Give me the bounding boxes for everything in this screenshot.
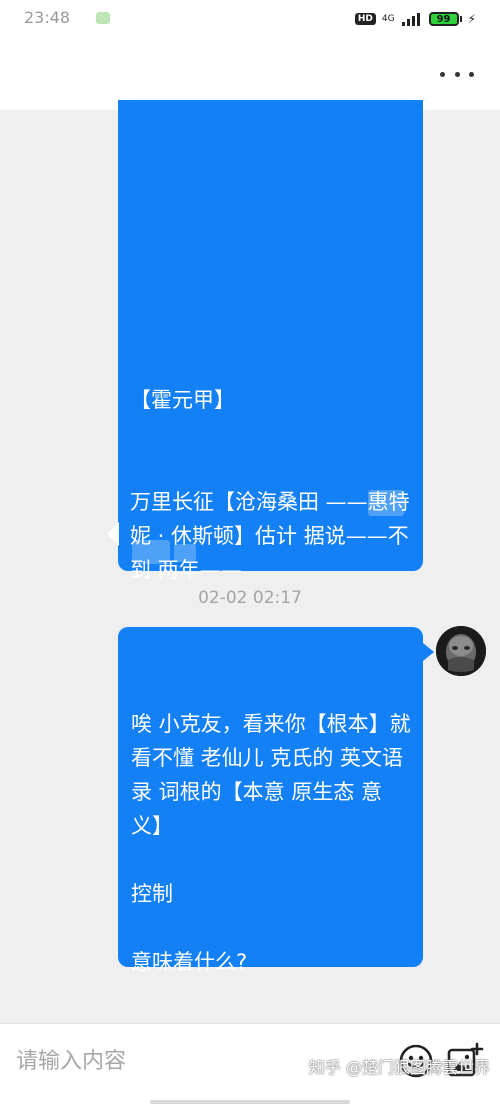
watermark: 知乎 @楚门狠图腾雲世界 [308,1058,490,1077]
signal-icon [401,13,420,26]
message-text: 唉 小克友，看来你【根本】就看不懂 老仙儿 克氏的 英文语录 词根的【本意 原生… [131,712,411,974]
more-dot [440,71,445,77]
message-bubble-incoming[interactable]: 【霍元甲】 万里长征【沧海桑田 ——惠特妮 · 休斯顿】估计 据说——不到 两年… [118,100,423,582]
hd-badge: HD [354,13,376,25]
notification-icon [96,12,110,24]
home-indicator [150,1100,350,1104]
blurred-content [132,540,170,564]
battery-icon: 99 [428,12,462,26]
avatar-image [436,626,486,676]
status-bar: 23:48 HD 4G 99 ⚡ [0,0,500,38]
blurred-content [174,544,196,562]
status-indicators: HD 4G 99 ⚡ [354,10,476,28]
bubble-tail [107,522,119,546]
message-timestamp: 02-02 02:17 [198,588,302,608]
battery-level: 99 [428,12,459,26]
bubble-tail [423,643,434,661]
more-dot [454,71,460,77]
avatar[interactable] [436,626,486,676]
more-dot [469,71,474,77]
more-button[interactable] [440,62,474,86]
network-label: 4G [381,13,395,24]
message-bubble-outgoing[interactable]: 唉 小克友，看来你【根本】就看不懂 老仙儿 克氏的 英文语录 词根的【本意 原生… [118,627,423,974]
status-time: 23:48 [24,8,71,27]
blurred-content [368,490,404,516]
lightning-icon: ⚡ [467,12,476,26]
